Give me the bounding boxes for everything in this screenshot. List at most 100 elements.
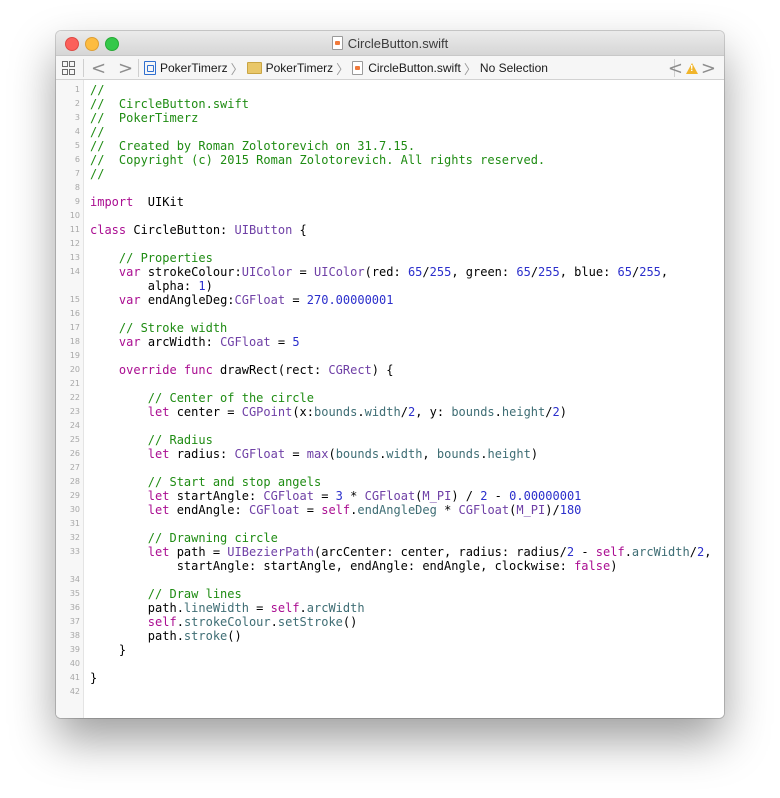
forward-button[interactable]: > [118, 56, 133, 80]
source-editor[interactable]: 1//2// CircleButton.swift 3// PokerTimerz… [56, 80, 724, 718]
code-text: // [90, 83, 104, 97]
code-token: )/ [545, 503, 560, 517]
code-line[interactable]: 21 [56, 377, 724, 391]
code-line[interactable]: 42 [56, 685, 724, 699]
code-text: // PokerTimerz [90, 111, 198, 125]
code-token: CGFloat [220, 335, 271, 349]
code-token: path = [169, 545, 228, 559]
line-number: 33 [69, 547, 80, 556]
code-line[interactable]: 13 // Properties [56, 251, 724, 265]
previous-issue-button[interactable]: < [668, 58, 683, 79]
code-token: () [227, 629, 242, 643]
code-text: self.strokeColour.setStroke() [90, 615, 358, 629]
code-text: } [90, 671, 97, 685]
code-line[interactable]: 34 [56, 573, 724, 587]
line-number: 40 [69, 659, 80, 668]
breadcrumb-file[interactable]: CircleButton.swift [368, 61, 461, 75]
next-issue-button[interactable]: > [701, 58, 716, 79]
code-line[interactable]: 5 // Created by Roman Zolotorevich on 31.… [56, 139, 724, 153]
code-token: false [574, 559, 611, 573]
code-token: arcWidth [631, 545, 690, 559]
code-line[interactable]: 11 class CircleButton: UIButton { [56, 223, 724, 237]
code-token: bounds [436, 447, 481, 461]
code-line[interactable]: 40 [56, 657, 724, 671]
code-line[interactable]: 14 var strokeColour:UIColor = UIColor(re… [56, 265, 724, 293]
code-line[interactable]: 22 // Center of the circle [56, 391, 724, 405]
code-token: . [624, 545, 632, 559]
code-line[interactable]: 9 import UIKit [56, 195, 724, 209]
code-token: ) { [371, 363, 394, 377]
code-line[interactable]: 26 let radius: CGFloat = max(bounds.widt… [56, 447, 724, 461]
code-token: lineWidth [183, 601, 249, 615]
code-line[interactable]: 3 // PokerTimerz [56, 111, 724, 125]
code-line[interactable]: 33 let path = UIBezierPath(arcCenter: ce… [56, 545, 724, 573]
code-line[interactable]: 35 // Draw lines [56, 587, 724, 601]
line-number: 24 [69, 421, 80, 430]
code-token: path. [90, 629, 184, 643]
code-line[interactable]: 30 let endAngle: CGFloat = self.endAngle… [56, 503, 724, 517]
warning-icon[interactable] [685, 62, 698, 74]
code-token: (x: [292, 405, 314, 419]
code-token: - [574, 545, 596, 559]
code-token: / [422, 265, 430, 279]
code-line[interactable]: 24 [56, 419, 724, 433]
related-items-button[interactable] [62, 56, 76, 80]
code-line[interactable]: 41} [56, 671, 724, 685]
code-line[interactable]: 19 [56, 349, 724, 363]
code-token: let [147, 447, 170, 461]
code-line[interactable]: 15 var endAngleDeg:CGFloat = 270.0000000… [56, 293, 724, 307]
code-line[interactable]: 10 [56, 209, 724, 223]
code-token: ) [559, 405, 567, 419]
code-line[interactable]: 17 // Stroke width [56, 321, 724, 335]
code-line[interactable]: 38 path.stroke() [56, 629, 724, 643]
back-button[interactable]: < [91, 56, 106, 80]
code-token: 1 [198, 279, 206, 293]
code-text: var strokeColour:UIColor = UIColor(red: … [90, 265, 668, 293]
breadcrumb-group[interactable]: PokerTimerz [266, 61, 334, 75]
code-text: // Center of the circle [90, 391, 314, 405]
breadcrumb-symbol[interactable]: No Selection [480, 61, 548, 75]
code-line[interactable]: 25 // Radius [56, 433, 724, 447]
code-text: // Created by Roman Zolotorevich on 31.7… [90, 139, 415, 153]
title-bar: CircleButton.swift [56, 31, 724, 55]
code-token: (arcCenter: center, radius: radius/ [313, 545, 567, 559]
code-line[interactable]: 7 // [56, 167, 724, 181]
code-line[interactable]: 1 // [56, 83, 724, 97]
code-line[interactable]: 37 self.strokeColour.setStroke() [56, 615, 724, 629]
code-line[interactable]: 2 // CircleButton.swift [56, 97, 724, 111]
breadcrumb-project[interactable]: PokerTimerz [160, 61, 228, 75]
code-text: import UIKit [90, 195, 184, 209]
project-icon [144, 61, 156, 75]
code-token: , green: [451, 265, 517, 279]
code-line[interactable]: 29 let startAngle: CGFloat = 3 * CGFloat… [56, 489, 724, 503]
code-token: 255 [429, 265, 452, 279]
code-token: path. [90, 601, 184, 615]
code-area[interactable]: 1//2// CircleButton.swift 3// PokerTimerz… [56, 83, 724, 699]
code-line[interactable]: 27 [56, 461, 724, 475]
code-line[interactable]: 28 // Start and stop angels [56, 475, 724, 489]
code-line[interactable]: 20 override func drawRect(rect: CGRect) … [56, 363, 724, 377]
code-line[interactable]: 36 path.lineWidth = self.arcWidth [56, 601, 724, 615]
code-token: / [400, 405, 408, 419]
code-line[interactable]: 39 } [56, 643, 724, 657]
code-line[interactable]: 32 // Drawning circle [56, 531, 724, 545]
code-line[interactable]: 16 [56, 307, 724, 321]
line-number: 41 [69, 673, 80, 682]
breadcrumb: PokerTimerz 〉 PokerTimerz 〉 CircleButton… [144, 56, 548, 80]
code-line[interactable]: 23 let center = CGPoint(x:bounds.width/2… [56, 405, 724, 419]
code-line[interactable]: 8 [56, 181, 724, 195]
code-line[interactable]: 12 [56, 237, 724, 251]
line-number: 30 [69, 505, 80, 514]
code-token: 2 [552, 405, 560, 419]
code-line[interactable]: 31 [56, 517, 724, 531]
jump-bar: < > PokerTimerz 〉 PokerTimerz 〉 CircleBu… [56, 55, 724, 80]
line-number: 3 [74, 113, 80, 122]
code-line[interactable]: 18 var arcWidth: CGFloat = 5 [56, 335, 724, 349]
code-line[interactable]: 4 // [56, 125, 724, 139]
code-token: drawRect(rect: [212, 363, 329, 377]
code-line[interactable]: 6 // Copyright (c) 2015 Roman Zolotorevic… [56, 153, 724, 167]
line-number: 36 [69, 603, 80, 612]
